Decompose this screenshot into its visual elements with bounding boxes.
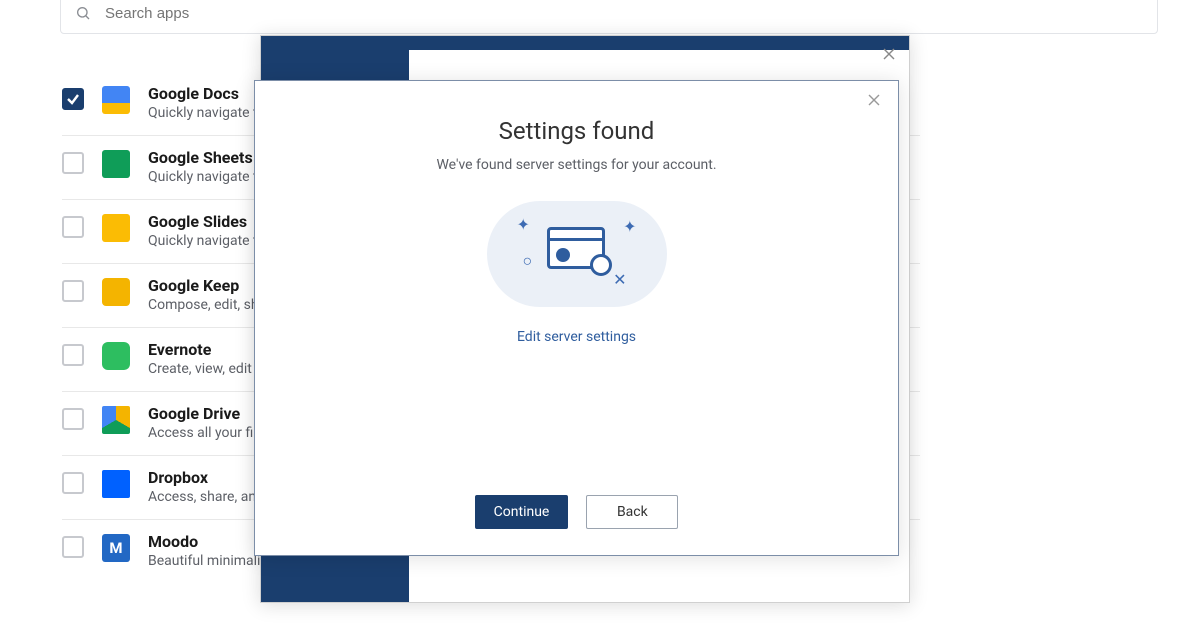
sparkle-icon: ✦	[517, 215, 530, 234]
sparkle-icon: ○	[523, 251, 533, 271]
search-bar[interactable]	[60, 0, 1158, 34]
app-icon: M	[102, 534, 130, 562]
app-checkbox[interactable]	[62, 152, 84, 174]
app-icon	[102, 342, 130, 370]
app-icon	[102, 86, 130, 114]
continue-button[interactable]: Continue	[475, 495, 569, 529]
dialog-button-row: Continue Back	[255, 495, 898, 529]
app-checkbox[interactable]	[62, 472, 84, 494]
back-button[interactable]: Back	[586, 495, 678, 529]
dialog-close-button[interactable]	[868, 91, 886, 109]
edit-server-settings-link[interactable]: Edit server settings	[517, 329, 636, 345]
dialog-title: Settings found	[499, 117, 655, 145]
close-icon	[868, 94, 880, 106]
settings-illustration: ✦ ✦ ✕ ○	[487, 197, 667, 307]
app-icon	[102, 278, 130, 306]
app-icon	[102, 150, 130, 178]
search-input[interactable]	[105, 5, 1143, 22]
dialog-subtext: We've found server settings for your acc…	[436, 157, 716, 173]
app-checkbox[interactable]	[62, 216, 84, 238]
app-checkbox[interactable]	[62, 344, 84, 366]
search-icon	[75, 5, 91, 21]
sparkle-icon: ✦	[623, 217, 636, 236]
close-icon	[883, 48, 895, 60]
app-checkbox[interactable]	[62, 280, 84, 302]
app-checkbox[interactable]	[62, 408, 84, 430]
app-checkbox[interactable]	[62, 536, 84, 558]
settings-found-dialog: Settings found We've found server settin…	[254, 80, 899, 556]
app-checkbox[interactable]	[62, 88, 84, 110]
back-panel-close-button[interactable]	[879, 44, 899, 64]
page-root: Google DocsQuickly navigate to yGoogle S…	[0, 0, 1200, 637]
app-icon	[102, 406, 130, 434]
check-icon	[66, 92, 80, 106]
id-card-icon	[547, 227, 605, 269]
sparkle-icon: ✕	[613, 270, 626, 289]
gear-icon	[590, 254, 612, 276]
app-icon	[102, 214, 130, 242]
app-icon	[102, 470, 130, 498]
